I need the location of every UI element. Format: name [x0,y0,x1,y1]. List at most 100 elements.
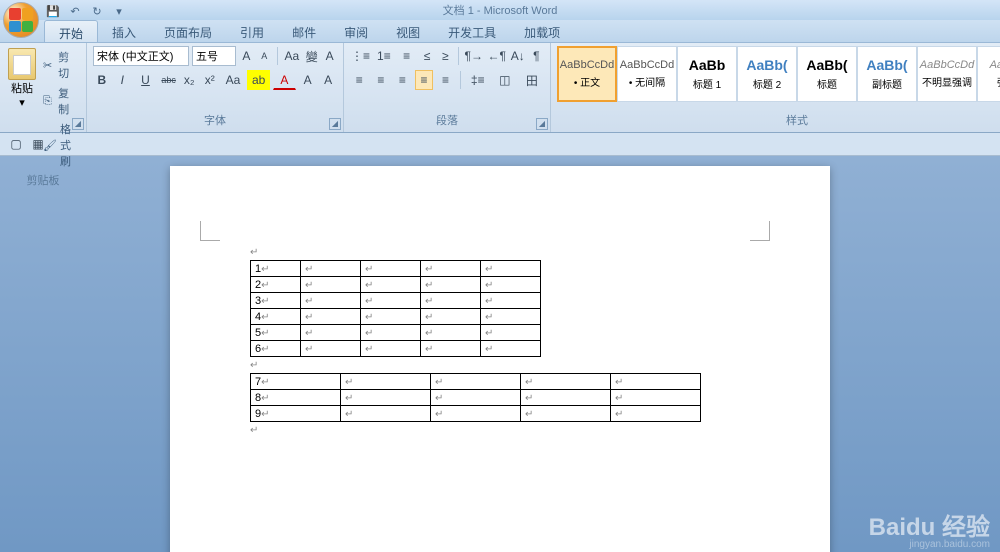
table-cell[interactable]: ↵ [421,325,481,341]
table-cell[interactable]: ↵ [481,341,541,357]
bold-button[interactable]: B [93,70,111,90]
table-row[interactable]: 5↵↵↵↵↵ [251,325,541,341]
table-cell[interactable]: 5↵ [251,325,301,341]
style-正文[interactable]: AaBbCcDd• 正文 [557,46,617,102]
table-row[interactable]: 9↵↵↵↵↵ [251,406,701,422]
table-cell[interactable]: ↵ [611,374,701,390]
superscript-button[interactable]: x² [201,70,219,90]
paragraph-launcher[interactable]: ◢ [536,118,548,130]
table-row[interactable]: 3↵↵↵↵↵ [251,293,541,309]
underline-button[interactable]: U [134,70,157,90]
numbering-button[interactable]: 1≡ [374,46,394,66]
style-标题[interactable]: AaBb(标题 [797,46,857,102]
table-cell[interactable]: ↵ [481,293,541,309]
style-标题 1[interactable]: AaBb标题 1 [677,46,737,102]
table-cell[interactable]: ↵ [341,374,431,390]
align-left-button[interactable]: ≡ [350,70,369,90]
table-cell[interactable]: ↵ [421,341,481,357]
table-row[interactable]: 6↵↵↵↵↵ [251,341,541,357]
table-cell[interactable]: ↵ [361,293,421,309]
table-cell[interactable]: ↵ [301,293,361,309]
change-case-button[interactable]: Aa [222,70,245,90]
save-icon[interactable]: 💾 [44,2,62,20]
table-2[interactable]: 7↵↵↵↵↵8↵↵↵↵↵9↵↵↵↵↵ [250,373,701,422]
font-color-button[interactable]: A [273,70,296,90]
align-center-button[interactable]: ≡ [372,70,391,90]
table-cell[interactable]: ↵ [361,277,421,293]
font-launcher[interactable]: ◢ [329,118,341,130]
table-row[interactable]: 2↵↵↵↵↵ [251,277,541,293]
subscript-button[interactable]: x₂ [180,70,198,90]
tab-insert[interactable]: 插入 [98,20,150,42]
table-cell[interactable]: ↵ [341,390,431,406]
tab-developer[interactable]: 开发工具 [434,20,510,42]
table-cell[interactable]: ↵ [481,261,541,277]
phonetic-button[interactable]: 變 [304,46,319,66]
rtl-button[interactable]: ←¶ [487,46,507,66]
table-cell[interactable]: 7↵ [251,374,341,390]
table-cell[interactable]: ↵ [301,309,361,325]
sort-button[interactable]: A↓ [510,46,526,66]
table-cell[interactable]: ↵ [521,374,611,390]
table-cell[interactable]: ↵ [301,277,361,293]
style-强调[interactable]: AaBbC强调 [977,46,1000,102]
font-size-select[interactable] [192,46,236,66]
table-cell[interactable]: ↵ [481,277,541,293]
table-cell[interactable]: ↵ [361,341,421,357]
style-副标题[interactable]: AaBb(副标题 [857,46,917,102]
table-1[interactable]: 1↵↵↵↵↵2↵↵↵↵↵3↵↵↵↵↵4↵↵↵↵↵5↵↵↵↵↵6↵↵↵↵↵ [250,260,541,357]
table-cell[interactable]: ↵ [301,341,361,357]
copy-button[interactable]: ⎘复制 [40,84,80,118]
paste-button[interactable]: 粘贴 ▾ [6,46,38,170]
style-不明显强调[interactable]: AaBbCcDd不明显强调 [917,46,977,102]
tab-mailings[interactable]: 邮件 [278,20,330,42]
table-cell[interactable]: 3↵ [251,293,301,309]
tab-review[interactable]: 审阅 [330,20,382,42]
table-row[interactable]: 8↵↵↵↵↵ [251,390,701,406]
strike-button[interactable]: abc [160,70,178,90]
table-cell[interactable]: 6↵ [251,341,301,357]
show-marks-button[interactable]: ¶ [529,46,544,66]
shading-button[interactable]: ◫ [493,70,517,90]
table-cell[interactable]: ↵ [431,406,521,422]
table-cell[interactable]: 4↵ [251,309,301,325]
office-button[interactable] [3,2,39,38]
clear-format-button[interactable]: Aa [282,46,301,66]
style-标题 2[interactable]: AaBb(标题 2 [737,46,797,102]
table-cell[interactable]: 2↵ [251,277,301,293]
increase-indent-button[interactable]: ≥ [438,46,453,66]
table-cell[interactable]: ↵ [361,325,421,341]
table-row[interactable]: 4↵↵↵↵↵ [251,309,541,325]
table-cell[interactable]: ↵ [361,309,421,325]
table-cell[interactable]: ↵ [421,277,481,293]
clipboard-launcher[interactable]: ◢ [72,118,84,130]
font-name-select[interactable] [93,46,189,66]
undo-icon[interactable]: ↶ [66,2,84,20]
distribute-button[interactable]: ≡ [436,70,455,90]
table-cell[interactable]: ↵ [301,325,361,341]
highlight-button[interactable]: ab [247,70,270,90]
tab-layout[interactable]: 页面布局 [150,20,226,42]
tab-addins[interactable]: 加载项 [510,20,574,42]
table-cell[interactable]: ↵ [481,325,541,341]
tab-home[interactable]: 开始 [44,20,98,42]
table-cell[interactable]: ↵ [421,309,481,325]
char-shading-button[interactable]: A [299,70,317,90]
decrease-indent-button[interactable]: ≤ [419,46,434,66]
style-无间隔[interactable]: AaBbCcDd• 无间隔 [617,46,677,102]
table-row[interactable]: 1↵↵↵↵↵ [251,261,541,277]
table-cell[interactable]: 1↵ [251,261,301,277]
table-cell[interactable]: ↵ [301,261,361,277]
grow-font-button[interactable]: A [239,46,254,66]
multilevel-button[interactable]: ≡ [397,46,417,66]
table-row[interactable]: 7↵↵↵↵↵ [251,374,701,390]
table-cell[interactable]: ↵ [421,293,481,309]
char-border-button[interactable]: A [322,46,337,66]
redo-icon[interactable]: ↻ [88,2,106,20]
table-cell[interactable]: ↵ [521,406,611,422]
tab-references[interactable]: 引用 [226,20,278,42]
table-cell[interactable]: ↵ [431,390,521,406]
document-area[interactable]: ↵ 1↵↵↵↵↵2↵↵↵↵↵3↵↵↵↵↵4↵↵↵↵↵5↵↵↵↵↵6↵↵↵↵↵ ↵… [0,156,1000,552]
table-cell[interactable]: ↵ [481,309,541,325]
table-cell[interactable]: 8↵ [251,390,341,406]
